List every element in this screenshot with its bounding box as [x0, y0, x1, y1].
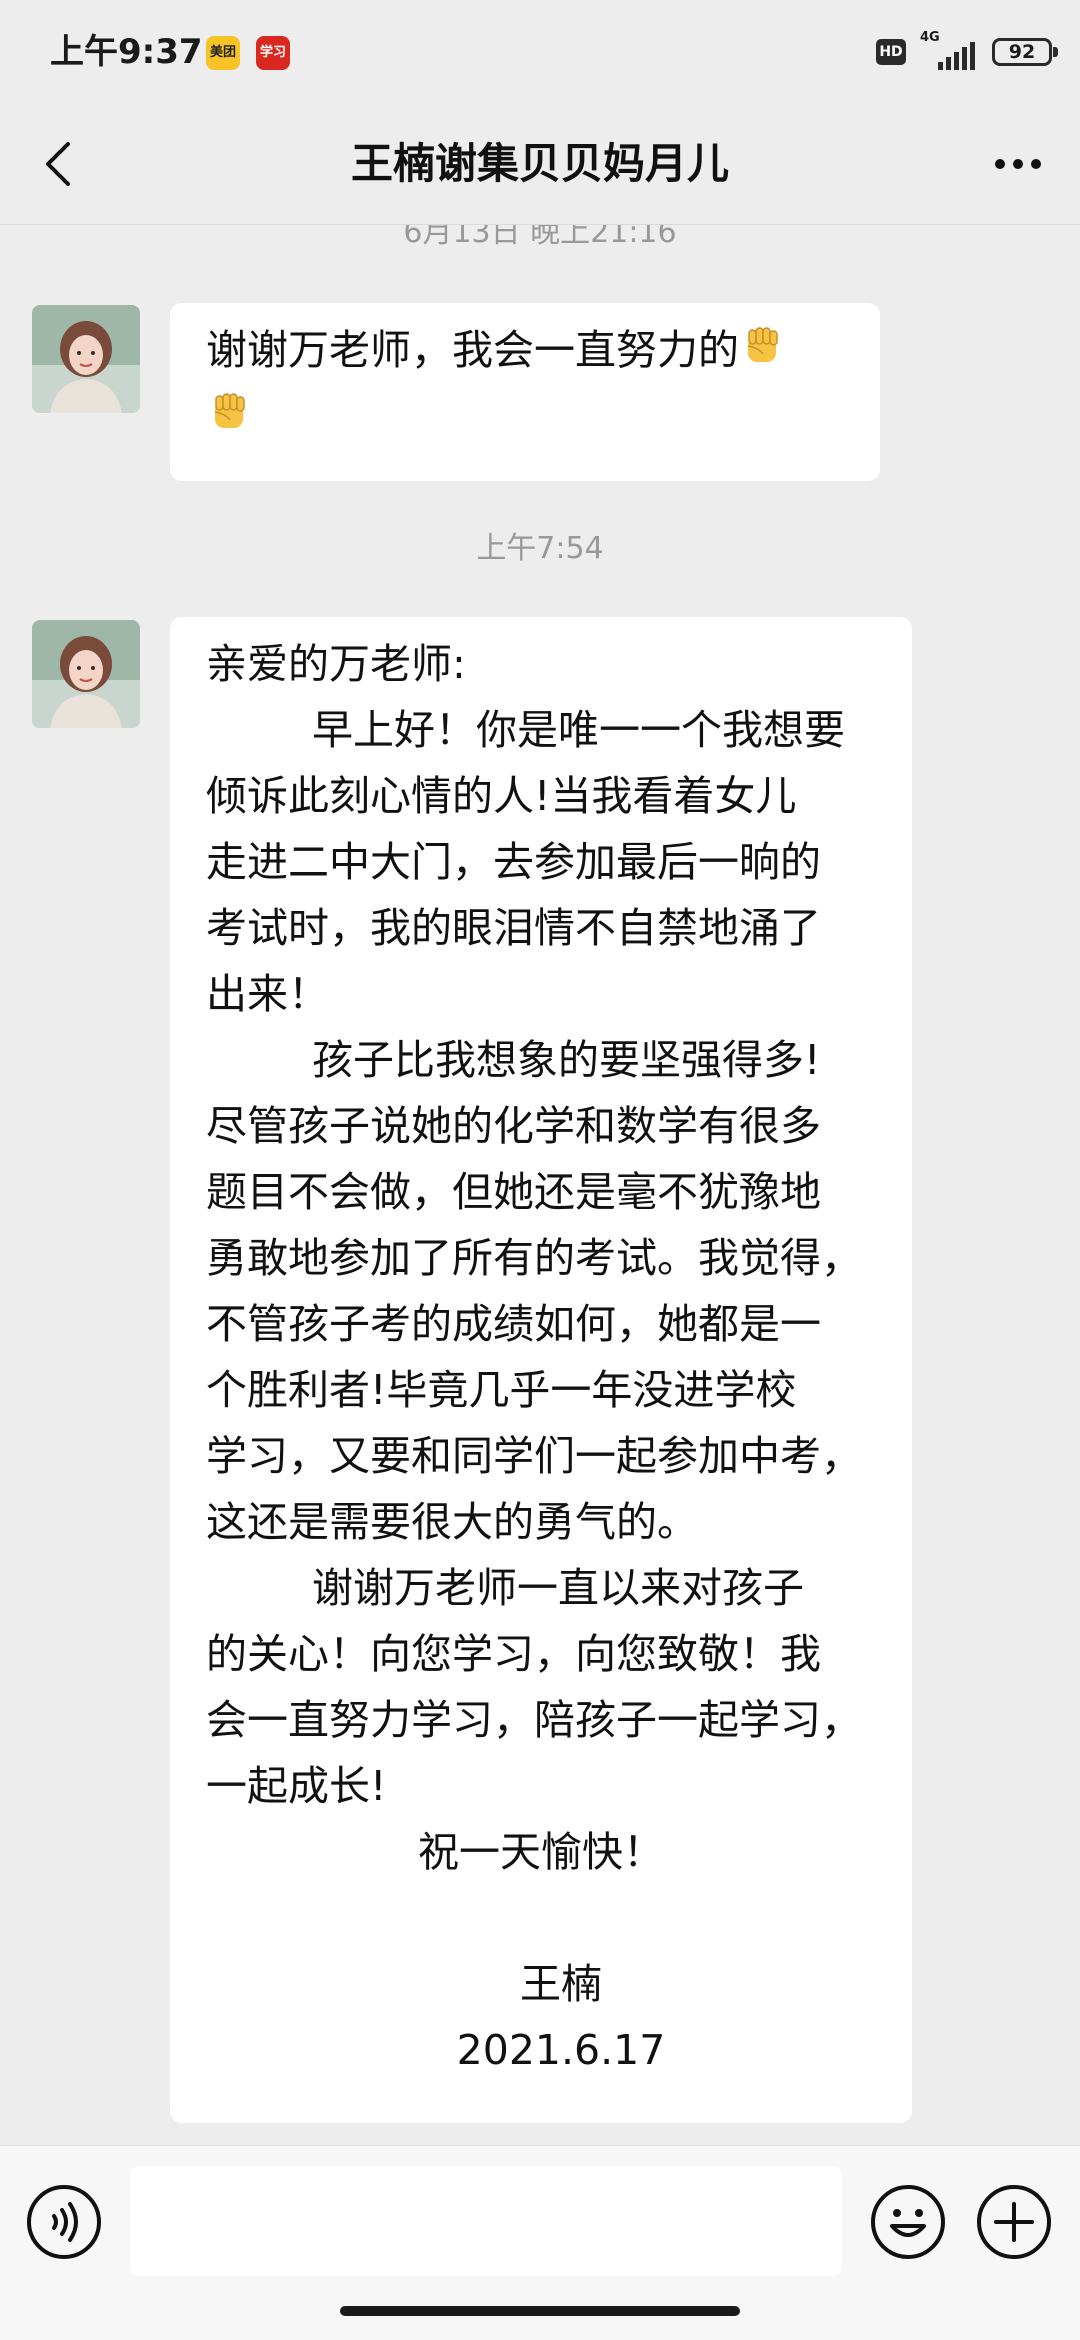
chat-screen: 上午9:37 美团 学习 HD 4G 92 王楠谢集贝贝妈月儿 6月13日 晚上… — [0, 0, 1080, 2340]
voice-button[interactable] — [24, 2182, 104, 2262]
emoji-icon — [871, 2185, 945, 2259]
raised-fist-emoji-icon — [214, 393, 245, 428]
raised-fist-emoji-icon — [747, 327, 778, 362]
signal-bars-icon — [938, 42, 975, 70]
message-line: 倾诉此刻心情的人!当我看着女儿 — [206, 772, 797, 820]
message-line: 祝一天愉快！ — [418, 1828, 664, 1876]
message-line: 不管孩子考的成绩如何，她都是一 — [206, 1300, 821, 1348]
message-list[interactable]: 6月13日 晚上21:16 谢谢万老师，我会一直努力的 上午7:54 亲爱的万老… — [0, 225, 1080, 2145]
avatar-image — [32, 305, 140, 413]
voice-icon — [27, 2185, 101, 2259]
emoji-button[interactable] — [868, 2182, 948, 2262]
message-line: 谢谢万老师一直以来对孩子 — [312, 1564, 804, 1612]
message-line: 早上好！你是唯一一个我想要 — [312, 706, 845, 754]
sender-avatar[interactable] — [32, 305, 140, 413]
chat-title: 王楠谢集贝贝妈月儿 — [350, 139, 729, 188]
message-bubble[interactable]: 亲爱的万老师: 早上好！你是唯一一个我想要 倾诉此刻心情的人!当我看着女儿 走进… — [170, 617, 912, 2123]
signature-name: 王楠 — [520, 1960, 602, 2008]
message-timestamp: 6月13日 晚上21:16 — [403, 225, 677, 250]
home-indicator[interactable] — [340, 2306, 740, 2316]
more-functions-button[interactable] — [974, 2182, 1054, 2262]
hd-icon: HD — [876, 39, 906, 65]
message-input[interactable] — [130, 2166, 842, 2276]
message-line: 的关心！向您学习，向您致敬！我 — [206, 1630, 821, 1678]
plus-icon — [977, 2185, 1051, 2259]
message-line: 勇敢地参加了所有的考试。我觉得， — [206, 1234, 862, 1282]
message-text: 谢谢万老师，我会一直努力的 — [206, 326, 739, 374]
message-line — [206, 383, 844, 449]
message-line: 孩子比我想象的要坚强得多! — [312, 1036, 821, 1084]
message-line: 走进二中大门，去参加最后一晌的 — [206, 838, 821, 886]
message-line: 考试时，我的眼泪情不自禁地涌了 — [206, 904, 821, 952]
avatar-image — [32, 620, 140, 728]
message-line: 会一直努力学习，陪孩子一起学习， — [206, 1696, 862, 1744]
message-line: 谢谢万老师，我会一直努力的 — [206, 317, 844, 383]
sender-avatar[interactable] — [32, 620, 140, 728]
xuexi-app-icon: 学习 — [256, 36, 290, 70]
message-line: 亲爱的万老师: — [206, 640, 466, 688]
message-line: 一起成长! — [206, 1762, 387, 1810]
message-line: 题目不会做，但她还是毫不犹豫地 — [206, 1168, 821, 1216]
title-bar: 王楠谢集贝贝妈月儿 — [0, 104, 1080, 225]
message-bubble[interactable]: 谢谢万老师，我会一直努力的 — [170, 303, 880, 481]
signature-date: 2021.6.17 — [456, 2026, 666, 2074]
message-line: 这还是需要很大的勇气的。 — [206, 1498, 698, 1546]
back-button[interactable] — [30, 132, 94, 196]
more-dots-icon — [995, 159, 1041, 169]
meituan-app-icon: 美团 — [206, 36, 240, 70]
message-line: 出来！ — [206, 970, 329, 1018]
status-bar: 上午9:37 美团 学习 HD 4G 92 — [0, 0, 1080, 104]
message-timestamp: 上午7:54 — [476, 531, 604, 566]
message-line: 个胜利者!毕竟几乎一年没进学校 — [206, 1366, 797, 1414]
chevron-left-icon — [46, 142, 70, 186]
battery-icon: 92 — [992, 38, 1058, 66]
status-indicators: HD 4G 92 — [876, 30, 1058, 72]
input-bar — [0, 2145, 1080, 2340]
status-time: 上午9:37 — [50, 32, 203, 72]
more-button[interactable] — [986, 132, 1050, 196]
signal-icon: 4G — [920, 30, 978, 72]
message-line: 学习，又要和同学们一起参加中考， — [206, 1432, 862, 1480]
message-line: 尽管孩子说她的化学和数学有很多 — [206, 1102, 821, 1150]
